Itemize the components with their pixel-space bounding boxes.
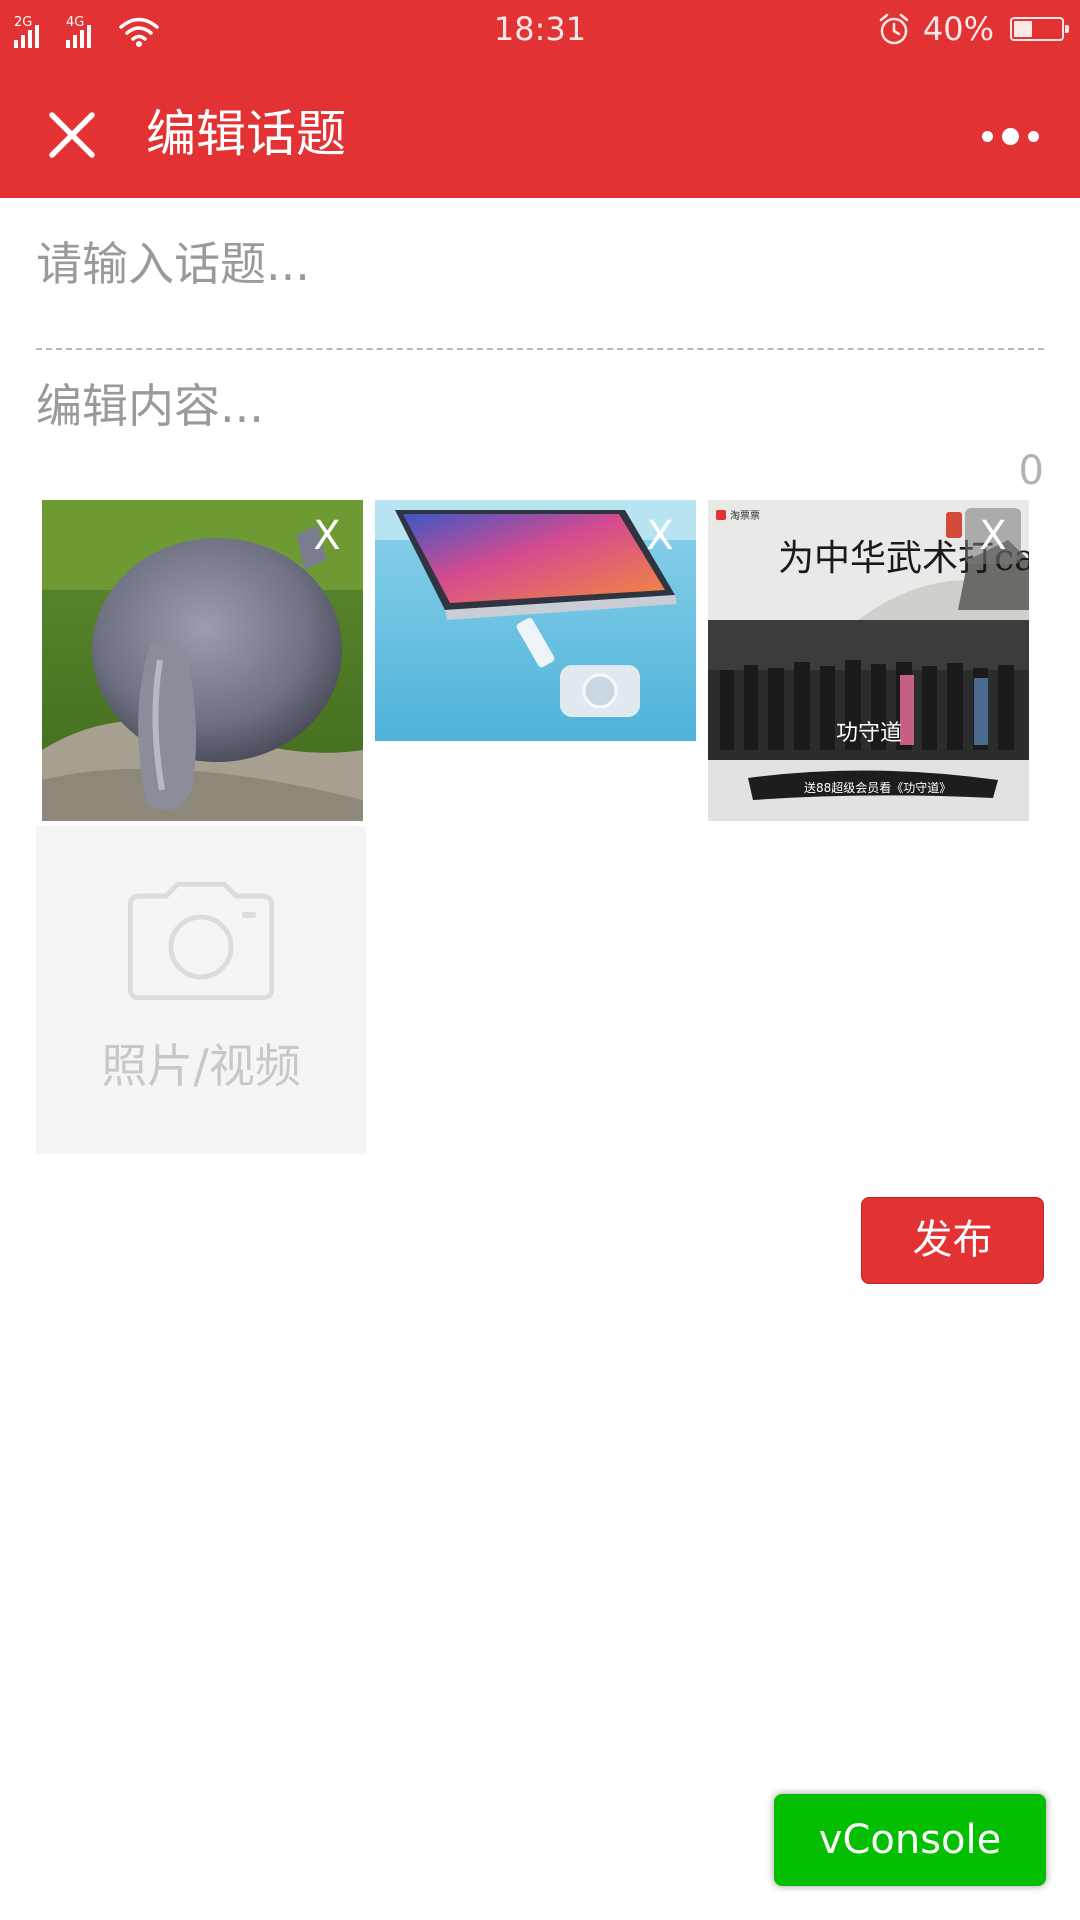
- remove-photo-2-button[interactable]: X: [632, 508, 688, 564]
- more-dots-icon: [981, 130, 993, 142]
- more-dots-icon-center: [1001, 127, 1019, 145]
- header-bar: 编辑话题: [0, 58, 1080, 198]
- camera-icon: [128, 882, 274, 1000]
- status-bar: 2G 4G 18:31 40%: [0, 0, 1080, 58]
- add-media-button[interactable]: 照片/视频: [36, 826, 366, 1154]
- close-icon: [49, 112, 95, 158]
- more-dots-icon-right: [1027, 130, 1039, 142]
- poster-subtitle: 功守道: [836, 721, 902, 746]
- content-textarea[interactable]: [36, 370, 1044, 446]
- battery-icon: [1010, 17, 1069, 41]
- media-thumb-poster[interactable]: 淘票票 为中华武术打call 功守道 送88超级会员看《功守道》 X: [708, 500, 1029, 821]
- char-count: 0: [1018, 448, 1044, 494]
- battery-fill: [1014, 21, 1032, 37]
- alarm-icon: [879, 13, 909, 45]
- vconsole-button[interactable]: vConsole: [774, 1794, 1046, 1886]
- media-thumb-phone[interactable]: X: [375, 500, 696, 741]
- more-button[interactable]: [968, 108, 1052, 164]
- battery-percent: 40%: [922, 10, 994, 48]
- remove-photo-1-button[interactable]: X: [299, 508, 355, 564]
- close-button[interactable]: [30, 93, 114, 177]
- topic-input[interactable]: [36, 228, 1044, 300]
- status-right: 40%: [877, 8, 1069, 50]
- poster-banner: 送88超级会员看《功守道》: [804, 780, 951, 795]
- remove-photo-3-button[interactable]: X: [965, 508, 1021, 564]
- add-media-label: 照片/视频: [101, 1039, 301, 1093]
- publish-button[interactable]: 发布: [861, 1197, 1044, 1284]
- media-thumb-chinchilla[interactable]: X: [42, 500, 363, 821]
- divider: [36, 348, 1044, 350]
- poster-brand: 淘票票: [730, 509, 760, 522]
- page-title: 编辑话题: [146, 105, 346, 163]
